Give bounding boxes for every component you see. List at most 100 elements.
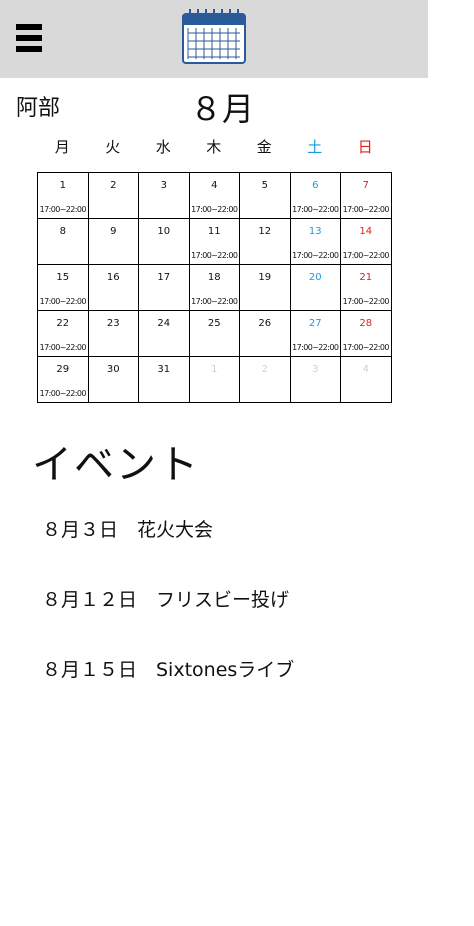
day-number: 24 <box>157 318 171 329</box>
calendar-day-cell[interactable]: 6 17:00~22:00 <box>290 173 341 219</box>
calendar-day-cell[interactable]: 16 <box>88 265 139 311</box>
calendar-day-cell[interactable]: 2 <box>88 173 139 219</box>
shift-time: 17:00~22:00 <box>292 205 339 214</box>
weekday-header: 月 火 水 木 金 土 日 <box>37 136 391 157</box>
weekday-wed: 水 <box>155 138 171 156</box>
shift-time: 17:00~22:00 <box>292 251 339 260</box>
calendar-day-cell[interactable]: 27 17:00~22:00 <box>290 311 341 357</box>
calendar-day-cell[interactable]: 3 <box>290 357 341 403</box>
day-number: 21 <box>359 272 373 283</box>
day-number: 3 <box>312 364 319 375</box>
day-number: 3 <box>160 180 167 191</box>
calendar-day-cell[interactable]: 14 17:00~22:00 <box>341 219 392 265</box>
day-number: 28 <box>359 318 373 329</box>
day-number: 15 <box>56 272 70 283</box>
month-label: ８月 <box>190 90 255 128</box>
shift-time: 17:00~22:00 <box>39 389 87 398</box>
calendar-day-cell[interactable]: 23 <box>88 311 139 357</box>
calendar-day-cell[interactable]: 21 17:00~22:00 <box>341 265 392 311</box>
calendar-day-cell[interactable]: 30 <box>88 357 139 403</box>
calendar-day-cell[interactable]: 7 17:00~22:00 <box>341 173 392 219</box>
calendar-day-cell[interactable]: 9 <box>88 219 139 265</box>
day-number: 22 <box>56 318 70 329</box>
shift-time: 17:00~22:00 <box>191 205 238 214</box>
weekday-mon: 月 <box>54 138 70 156</box>
day-number: 4 <box>362 364 369 375</box>
day-number: 6 <box>312 180 319 191</box>
calendar-day-cell[interactable]: 28 17:00~22:00 <box>341 311 392 357</box>
calendar-day-cell[interactable]: 3 <box>139 173 190 219</box>
shift-time: 17:00~22:00 <box>342 297 390 306</box>
weekday-thu: 木 <box>206 138 222 156</box>
day-number: 17 <box>157 272 171 283</box>
calendar-day-cell[interactable]: 25 <box>189 311 240 357</box>
shift-time: 17:00~22:00 <box>39 297 87 306</box>
calendar-day-cell[interactable]: 1 <box>189 357 240 403</box>
day-number: 18 <box>207 272 221 283</box>
day-number: 30 <box>106 364 120 375</box>
shift-time: 17:00~22:00 <box>342 343 390 352</box>
calendar-day-cell[interactable]: 12 <box>240 219 291 265</box>
day-number: 25 <box>207 318 221 329</box>
day-number: 5 <box>261 180 268 191</box>
event-item[interactable]: ８月１２日 フリスビー投げ <box>42 585 289 612</box>
day-number: 2 <box>110 180 117 191</box>
calendar-day-cell[interactable]: 5 <box>240 173 291 219</box>
calendar-day-cell[interactable]: 4 17:00~22:00 <box>189 173 240 219</box>
calendar-day-cell[interactable]: 8 <box>38 219 89 265</box>
shift-time: 17:00~22:00 <box>342 205 390 214</box>
day-number: 12 <box>258 226 272 237</box>
day-number: 9 <box>110 226 117 237</box>
shift-time: 17:00~22:00 <box>292 343 339 352</box>
events-title: イベント <box>32 442 200 488</box>
user-name: 阿部 <box>16 96 61 121</box>
calendar-grid: 1 17:00~22:00 2 3 4 17:00~22:00 5 6 17:00~22:00 7… <box>37 172 392 403</box>
weekday-tue: 火 <box>105 138 121 156</box>
day-number: 8 <box>59 226 66 237</box>
weekday-sat: 土 <box>307 138 323 156</box>
shift-time: 17:00~22:00 <box>191 297 238 306</box>
calendar-day-cell[interactable]: 26 <box>240 311 291 357</box>
hamburger-menu-icon[interactable] <box>16 24 42 54</box>
calendar-day-cell[interactable]: 10 <box>139 219 190 265</box>
day-number: 10 <box>157 226 171 237</box>
calendar-day-cell[interactable]: 29 17:00~22:00 <box>38 357 89 403</box>
calendar-day-cell[interactable]: 24 <box>139 311 190 357</box>
day-number: 13 <box>308 226 322 237</box>
calendar-day-cell[interactable]: 2 <box>240 357 291 403</box>
day-number: 19 <box>258 272 272 283</box>
calendar-day-cell[interactable]: 31 <box>139 357 190 403</box>
calendar-day-cell[interactable]: 18 17:00~22:00 <box>189 265 240 311</box>
app-header <box>0 0 428 78</box>
calendar-icon[interactable] <box>182 8 246 64</box>
event-item[interactable]: ８月１５日 Sixtonesライブ <box>42 655 294 682</box>
day-number: 14 <box>359 226 373 237</box>
day-number: 11 <box>207 226 221 237</box>
day-number: 1 <box>211 364 218 375</box>
shift-time: 17:00~22:00 <box>39 205 87 214</box>
calendar-day-cell[interactable]: 1 17:00~22:00 <box>38 173 89 219</box>
calendar-day-cell[interactable]: 19 <box>240 265 291 311</box>
calendar-day-cell[interactable]: 22 17:00~22:00 <box>38 311 89 357</box>
day-number: 29 <box>56 364 70 375</box>
day-number: 16 <box>106 272 120 283</box>
day-number: 27 <box>308 318 322 329</box>
weekday-sun: 日 <box>357 138 373 156</box>
shift-time: 17:00~22:00 <box>39 343 87 352</box>
calendar-day-cell[interactable]: 15 17:00~22:00 <box>38 265 89 311</box>
calendar-day-cell[interactable]: 4 <box>341 357 392 403</box>
day-number: 23 <box>106 318 120 329</box>
calendar-day-cell[interactable]: 11 17:00~22:00 <box>189 219 240 265</box>
day-number: 4 <box>211 180 218 191</box>
calendar-day-cell[interactable]: 20 <box>290 265 341 311</box>
day-number: 2 <box>261 364 268 375</box>
event-item[interactable]: ８月３日 花火大会 <box>42 515 213 542</box>
shift-time: 17:00~22:00 <box>191 251 238 260</box>
calendar-day-cell[interactable]: 17 <box>139 265 190 311</box>
day-number: 20 <box>308 272 322 283</box>
day-number: 7 <box>362 180 369 191</box>
day-number: 31 <box>157 364 171 375</box>
day-number: 1 <box>59 180 66 191</box>
calendar-day-cell[interactable]: 13 17:00~22:00 <box>290 219 341 265</box>
weekday-fri: 金 <box>256 138 272 156</box>
